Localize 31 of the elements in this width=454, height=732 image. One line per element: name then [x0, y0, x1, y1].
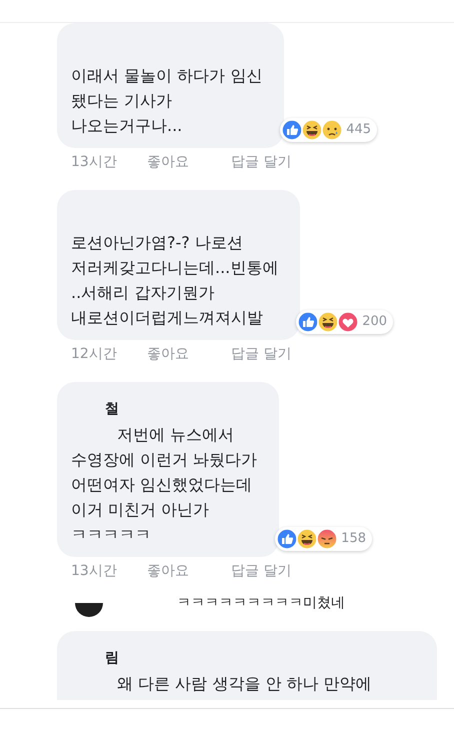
comment-text: 왜 다른 사람 생각을 안 하나 만약에	[116, 673, 373, 695]
laughing-face-icon	[317, 311, 340, 333]
avatar	[75, 603, 103, 617]
comment-text: 이래서 물놀이 하다가 임신 됐다는 기사가 나오는거구나...	[71, 65, 262, 137]
reaction-count: 158	[341, 530, 366, 548]
reply-link[interactable]: 답글 달기	[230, 561, 292, 581]
reply-link[interactable]: 답글 달기	[230, 344, 292, 364]
thumbs-up-icon	[281, 119, 304, 141]
reply-text: ㅋㅋㅋㅋㅋㅋㅋㅋㅋ미쳤네	[177, 594, 345, 613]
laughing-face-icon	[301, 119, 324, 141]
timestamp: 13시간	[71, 153, 117, 172]
like-link[interactable]: 좋아요	[146, 561, 189, 581]
comment-text: 로션아닌가염?-? 나로션 저러케갖고다니는데...빈통에 ..서해리 갑자기뭔가 내로션이더럽게느껴져시발	[71, 232, 278, 329]
reactions-summary[interactable]: 200	[296, 310, 394, 334]
reactions-summary[interactable]: 158	[275, 527, 372, 551]
angry-face-icon	[316, 528, 338, 550]
like-link[interactable]: 좋아요	[146, 152, 189, 172]
reactions-summary[interactable]: 445	[280, 118, 378, 142]
reply-link[interactable]: 답글 달기	[230, 152, 292, 172]
thumbs-up-icon	[297, 311, 320, 333]
like-link[interactable]: 좋아요	[146, 344, 189, 364]
laughing-face-icon	[296, 528, 318, 550]
timestamp: 13시간	[71, 562, 117, 581]
crying-face-icon	[321, 119, 344, 141]
commenter-name[interactable]: 림	[105, 649, 119, 667]
timestamp: 12시간	[71, 345, 117, 364]
reaction-count: 200	[362, 313, 388, 332]
thumbs-up-icon	[276, 528, 298, 550]
comment-text: 저번에 뉴스에서 수영장에 이런거 놔뒀다가 어떤여자 임신했었다는데 이거 미친거 아닌가 ㅋㅋㅋㅋㅋ	[71, 424, 258, 546]
reaction-count: 445	[346, 121, 372, 140]
commenter-name[interactable]: 철	[105, 400, 119, 418]
